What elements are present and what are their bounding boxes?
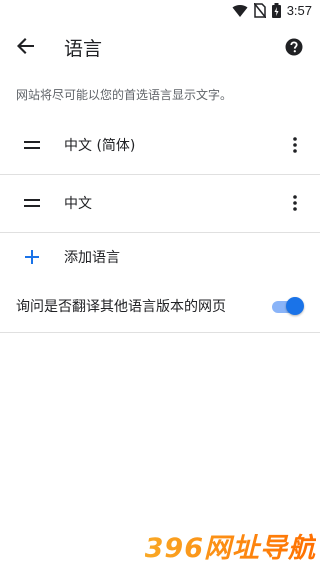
language-description: 网站将尽可能以您的首选语言显示文字。 [16,88,233,102]
add-language-button[interactable]: 添加语言 [0,229,320,285]
app-bar: 语言 [0,24,320,68]
language-row-chinese-simplified[interactable]: 中文 (简体) [0,116,320,174]
language-row-chinese[interactable]: 中文 [0,174,320,232]
language-label: 中文 (简体) [64,138,136,154]
drag-handle-icon [24,199,40,207]
status-icons: 3:57 [232,3,312,18]
battery-charging-icon [271,3,281,18]
translate-prompt-switch[interactable] [270,296,304,316]
translate-prompt-setting[interactable]: 询问是否翻译其他语言版本的网页 [0,279,320,333]
add-icon-wrap [0,250,64,264]
drag-handle[interactable] [0,199,64,207]
translate-prompt-label: 询问是否翻译其他语言版本的网页 [16,299,226,315]
more-options-button[interactable] [270,116,320,174]
status-time: 3:57 [286,3,312,18]
watermark-logo: 396网址导航 [145,526,316,565]
page-title: 语言 [64,38,103,60]
switch-thumb [286,297,304,315]
language-label: 中文 [64,196,92,212]
drag-handle-icon [24,141,40,149]
arrow-back-icon [17,38,34,54]
back-button[interactable] [8,28,44,64]
wifi-icon [232,4,248,17]
help-button[interactable] [276,29,312,65]
divider [0,332,320,333]
help-icon [285,38,303,56]
drag-handle[interactable] [0,141,64,149]
add-language-label: 添加语言 [64,250,120,266]
status-bar: 3:57 [0,0,320,24]
more-vert-icon [293,195,297,211]
more-options-button[interactable] [270,174,320,232]
add-icon [25,250,39,264]
more-vert-icon [293,137,297,153]
no-sim-icon [253,3,266,18]
